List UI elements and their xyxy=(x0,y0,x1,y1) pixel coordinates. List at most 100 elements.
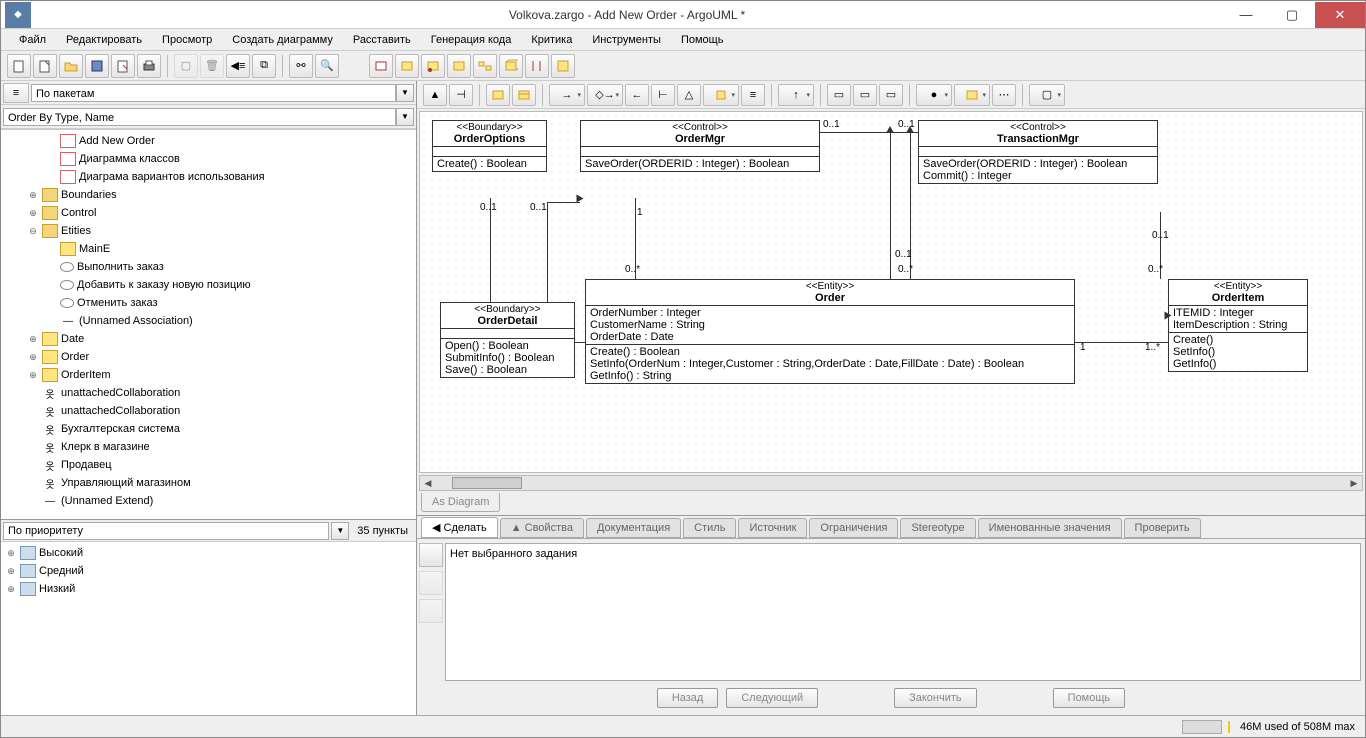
maximize-button[interactable]: ▢ xyxy=(1269,2,1315,28)
new-button[interactable] xyxy=(7,54,31,78)
attr-tool[interactable]: ≡ xyxy=(741,84,765,106)
tree-item[interactable]: Выполнить заказ xyxy=(1,258,416,276)
uml-order[interactable]: <<Entity>>Order OrderNumber : IntegerCus… xyxy=(585,279,1075,384)
tree-item[interactable]: 옷unattachedCollaboration xyxy=(1,384,416,402)
uml-orderdetail[interactable]: <<Boundary>>OrderDetail Open() : Boolean… xyxy=(440,302,575,378)
tree-item[interactable]: MainE xyxy=(1,240,416,258)
perspective-combo[interactable]: По пакетам xyxy=(31,84,396,102)
todo-group[interactable]: ⊕Высокий xyxy=(1,544,416,562)
save-button[interactable] xyxy=(85,54,109,78)
tree-item[interactable]: 옷Бухгалтерская система xyxy=(1,420,416,438)
tab-check[interactable]: Проверить xyxy=(1124,518,1201,538)
aggreg-tool[interactable]: ◇→ xyxy=(587,84,623,106)
pkg3-tool[interactable]: ▭ xyxy=(879,84,903,106)
select-tool[interactable]: ▲ xyxy=(423,84,447,106)
comment-tool[interactable] xyxy=(954,84,990,106)
diag-seq-button[interactable] xyxy=(525,54,549,78)
tree-item[interactable]: 옷Продавец xyxy=(1,456,416,474)
menu-help[interactable]: Помощь xyxy=(671,31,734,49)
finish-button[interactable]: Закончить xyxy=(894,688,977,708)
nav-back-button[interactable]: ◀≡ xyxy=(226,54,250,78)
todo-group[interactable]: ⊕Средний xyxy=(1,562,416,580)
up-tool[interactable]: ↑ xyxy=(778,84,814,106)
gener-tool[interactable]: ← xyxy=(625,84,649,106)
tab-todo[interactable]: ◀ Сделать xyxy=(421,517,498,538)
diag-other-button[interactable] xyxy=(551,54,575,78)
diag-activity-button[interactable] xyxy=(447,54,471,78)
uml-transactionmgr[interactable]: <<Control>>TransactionMgr SaveOrder(ORDE… xyxy=(918,120,1158,184)
todo-tree[interactable]: ⊕Высокий⊕Средний⊕Низкий xyxy=(1,542,416,715)
tree-item[interactable]: ⊕Date xyxy=(1,330,416,348)
tree-item[interactable]: 옷Управляющий магазином xyxy=(1,474,416,492)
tab-stereotype[interactable]: Stereotype xyxy=(900,518,975,538)
tree-item[interactable]: Add New Order xyxy=(1,132,416,150)
tab-documentation[interactable]: Документация xyxy=(586,518,681,538)
class2-tool[interactable] xyxy=(512,84,536,106)
uml-orderoptions[interactable]: <<Boundary>>OrderOptions Create() : Bool… xyxy=(432,120,547,172)
order-dropdown[interactable]: ▼ xyxy=(396,108,414,126)
diag-state-button[interactable] xyxy=(421,54,445,78)
close-button[interactable]: ✕ xyxy=(1315,2,1365,28)
tree-item[interactable]: —(Unnamed Association) xyxy=(1,312,416,330)
uml-ordermgr[interactable]: <<Control>>OrderMgr SaveOrder(ORDERID : … xyxy=(580,120,820,172)
print-button[interactable] xyxy=(137,54,161,78)
minimize-button[interactable]: — xyxy=(1223,2,1269,28)
menu-generate[interactable]: Генерация кода xyxy=(421,31,522,49)
find-button[interactable]: ⚯ xyxy=(289,54,313,78)
menu-view[interactable]: Просмотр xyxy=(152,31,222,49)
note-tool[interactable]: ● xyxy=(916,84,952,106)
uml-orderitem[interactable]: <<Entity>>OrderItem ITEMID : IntegerItem… xyxy=(1168,279,1308,372)
tree-item[interactable]: ⊕Control xyxy=(1,204,416,222)
explorer-tree[interactable]: Add New OrderДиаграмма классовДиаграма в… xyxy=(1,129,416,519)
todo-group[interactable]: ⊕Низкий xyxy=(1,580,416,598)
tab-constraints[interactable]: Ограничения xyxy=(809,518,898,538)
menu-tools[interactable]: Инструменты xyxy=(582,31,671,49)
tree-item[interactable]: ⊕Order xyxy=(1,348,416,366)
broom-tool[interactable]: ⊣ xyxy=(449,84,473,106)
back-button[interactable]: Назад xyxy=(657,688,719,708)
perspective-dropdown[interactable]: ▼ xyxy=(396,84,414,102)
diag-collab-button[interactable] xyxy=(473,54,497,78)
dep-tool[interactable] xyxy=(703,84,739,106)
folder-button[interactable] xyxy=(59,54,83,78)
tree-item[interactable]: Отменить заказ xyxy=(1,294,416,312)
new-todo-button[interactable] xyxy=(419,543,443,567)
nav-config-button[interactable]: ⧉ xyxy=(252,54,276,78)
export-button[interactable] xyxy=(111,54,135,78)
canvas-tab-diagram[interactable]: As Diagram xyxy=(421,493,500,512)
tree-item[interactable]: ⊖Etities xyxy=(1,222,416,240)
tree-item[interactable]: 옷unattachedCollaboration xyxy=(1,402,416,420)
canvas-hscrollbar[interactable]: ◀▶ xyxy=(419,475,1363,491)
interf-tool[interactable]: ⊢ xyxy=(651,84,675,106)
next-button[interactable]: Следующий xyxy=(726,688,818,708)
perspective-icon[interactable]: ≡ xyxy=(3,83,29,103)
tab-style[interactable]: Стиль xyxy=(683,518,736,538)
tree-item[interactable]: Добавить к заказу новую позицию xyxy=(1,276,416,294)
real-tool[interactable]: △ xyxy=(677,84,701,106)
menu-critique[interactable]: Критика xyxy=(521,31,582,49)
order-combo[interactable]: Order By Type, Name xyxy=(3,108,396,126)
diag-usecase-button[interactable] xyxy=(395,54,419,78)
diag-class-button[interactable] xyxy=(369,54,393,78)
class-tool[interactable] xyxy=(486,84,510,106)
tree-item[interactable]: 옷Клерк в магазине xyxy=(1,438,416,456)
tree-item[interactable]: Диаграма вариантов использования xyxy=(1,168,416,186)
assoc-tool[interactable]: → xyxy=(549,84,585,106)
tab-tagged[interactable]: Именованные значения xyxy=(978,518,1122,538)
diag-deploy-button[interactable] xyxy=(499,54,523,78)
help-button[interactable]: Помощь xyxy=(1053,688,1126,708)
diagram-canvas[interactable]: <<Boundary>>OrderOptions Create() : Bool… xyxy=(419,111,1363,473)
tab-source[interactable]: Источник xyxy=(738,518,807,538)
rect-tool[interactable]: ▢ xyxy=(1029,84,1065,106)
open-button[interactable] xyxy=(33,54,57,78)
menu-create[interactable]: Создать диаграмму xyxy=(222,31,343,49)
zoom-button[interactable]: 🔍 xyxy=(315,54,339,78)
menu-edit[interactable]: Редактировать xyxy=(56,31,152,49)
todo-dropdown[interactable]: ▼ xyxy=(331,522,349,540)
todo-combo[interactable]: По приоритету xyxy=(3,522,329,540)
tab-properties[interactable]: ▲ Свойства xyxy=(500,518,584,538)
link-tool[interactable]: ⋯ xyxy=(992,84,1016,106)
tree-item[interactable]: ⊕Boundaries xyxy=(1,186,416,204)
tree-item[interactable]: ⊕OrderItem xyxy=(1,366,416,384)
tree-item[interactable]: —(Unnamed Extend) xyxy=(1,492,416,510)
